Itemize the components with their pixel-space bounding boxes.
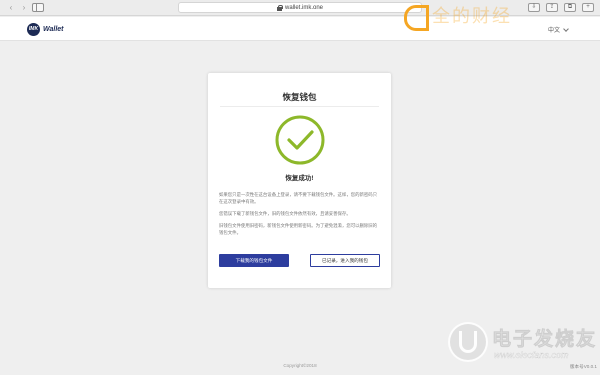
logo[interactable]: IMK Wallet <box>27 23 64 36</box>
chevron-down-icon <box>563 25 569 32</box>
logo-text: Wallet <box>43 26 64 33</box>
success-title: 恢复成功! <box>285 175 314 182</box>
browser-tools: ⇩ ⇪ ⧉ + <box>528 3 594 12</box>
share-icon[interactable]: ⇪ <box>546 3 558 12</box>
forward-button[interactable]: › <box>19 3 29 13</box>
restore-wallet-card: 恢复钱包 恢复成功! 如果您只是一次性在这台设备上登录，请不要下载钱包文件。这样… <box>208 73 391 288</box>
info-paragraphs: 如果您只是一次性在这台设备上登录，请不要下载钱包文件。这样，您的新密码只在这次登… <box>219 191 381 241</box>
info-paragraph: 如果您只是一次性在这台设备上登录，请不要下载钱包文件。这样，您的新密码只在这次登… <box>219 192 378 204</box>
watermark-logo-icon <box>448 322 488 362</box>
success-check-icon <box>275 115 325 165</box>
enter-wallet-button[interactable]: 已记录，进入我的钱包 <box>310 254 380 267</box>
watermark-logo-icon <box>404 3 429 31</box>
sidebar-toggle-icon[interactable] <box>32 3 44 12</box>
watermark-top-text: 全的财经 <box>432 6 512 27</box>
language-label: 中文 <box>547 28 560 34</box>
nav-buttons: ‹ › <box>6 3 29 13</box>
lock-icon <box>276 4 283 11</box>
url-text: wallet.imk.one <box>284 4 323 11</box>
info-paragraph: 旧钱包文件使用旧密码，新钱包文件使用新密码。为了避免混淆，您可以删除旧的钱包文件… <box>219 223 378 235</box>
address-bar[interactable]: wallet.imk.one <box>178 2 422 13</box>
logo-badge-icon: IMK <box>27 23 40 36</box>
watermark-bottom-url: www.elecfans.com <box>494 350 569 360</box>
tabs-icon[interactable]: ⧉ <box>564 3 576 12</box>
download-icon[interactable]: ⇩ <box>528 3 540 12</box>
watermark-bottom-text: 电子发烧友 <box>492 329 598 351</box>
download-wallet-button[interactable]: 下载我的钱包文件 <box>219 254 289 267</box>
language-selector[interactable]: 中文 <box>547 25 569 34</box>
watermark-top: 全的财经 <box>404 0 512 31</box>
card-title: 恢复钱包 <box>282 92 317 102</box>
info-paragraph: 您错误下载了新钱包文件，旧的钱包文件依然有效，且请妥善保存。 <box>219 211 351 216</box>
back-button[interactable]: ‹ <box>6 3 16 13</box>
title-divider <box>220 106 379 107</box>
new-tab-icon[interactable]: + <box>582 3 594 12</box>
version-label: 版本号V0.0.1 <box>569 364 597 369</box>
